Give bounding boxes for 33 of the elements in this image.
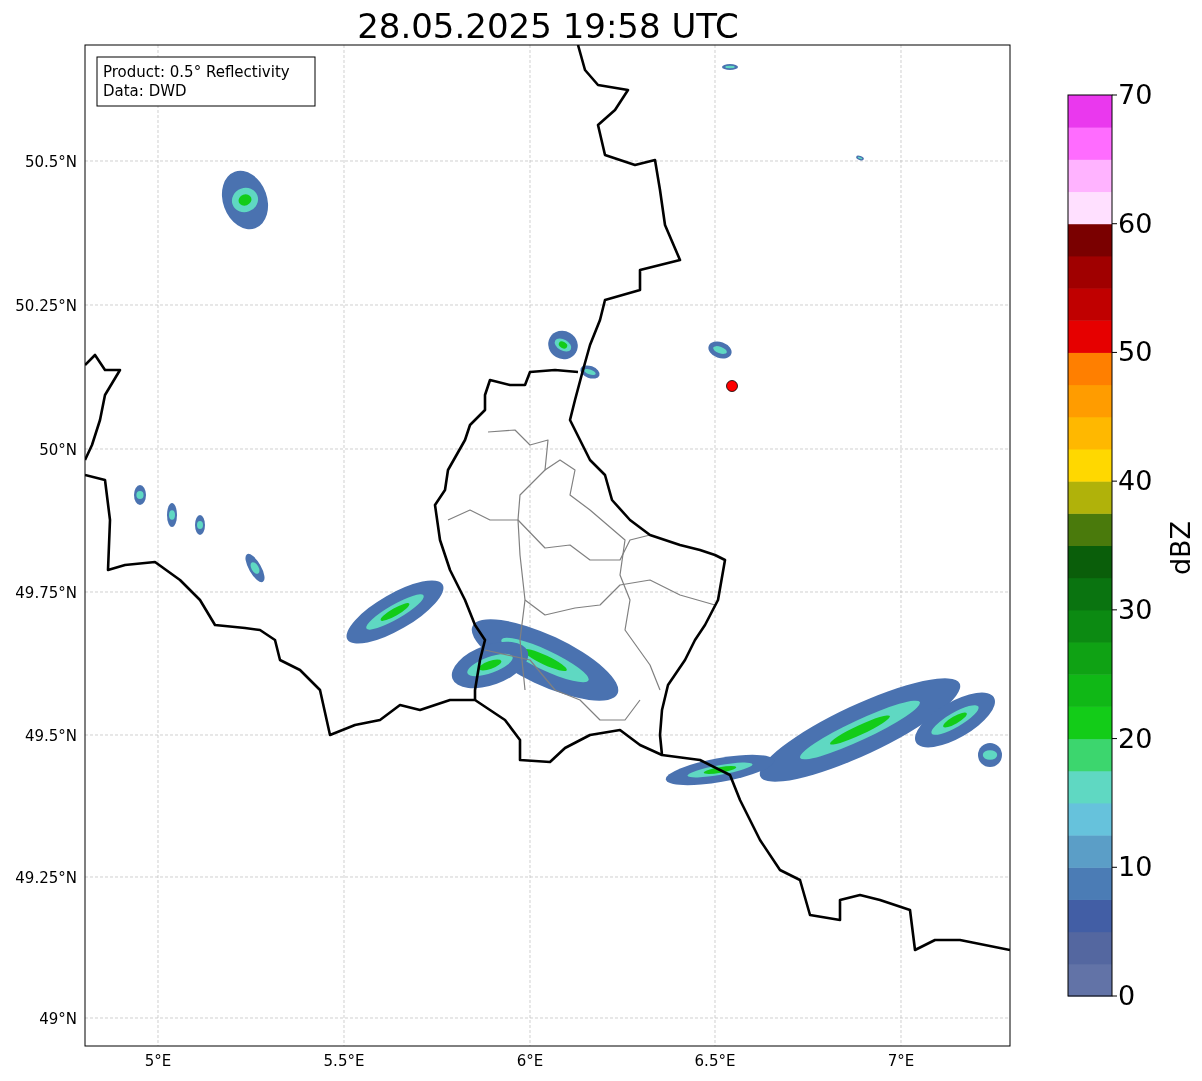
latitude-label: 49.75°N [15,584,77,602]
tick-mark [1111,866,1118,868]
plot-title: 28.05.2025 19:58 UTC [357,6,739,46]
colorbar-tick-label: 70 [1118,79,1153,110]
colorbar-tick-label: 50 [1118,336,1153,368]
longitude-label: 7°E [887,1052,915,1070]
colorbar-tick-label: 10 [1118,851,1153,883]
longitude-label: 5.5°E [323,1052,365,1070]
colorbar-tick-label: 0 [1118,980,1136,1011]
latitude-label: 50.5°N [24,153,77,171]
tick-mark [1111,609,1118,611]
tick-mark [1111,738,1118,740]
latitude-label: 49°N [39,1010,77,1028]
tick-mark [1111,351,1118,353]
colorbar-tick-label: 60 [1118,207,1153,239]
colorbar-tick-label: 30 [1118,593,1153,625]
tick-mark [1111,223,1118,225]
latitude-label: 50°N [39,441,77,459]
radar-site-icon [726,380,738,392]
longitude-label: 5°E [144,1052,172,1070]
info-text: Data: DWD [103,82,187,100]
info-text: Product: 0.5° Reflectivity [103,63,290,81]
latitude-label: 49.5°N [24,727,77,745]
latitude-label: 50.25°N [15,297,77,315]
colorbar-title: dBZ [1165,520,1196,576]
latitude-label: 49.25°N [15,869,77,887]
tick-mark [1111,94,1118,96]
colorbar-tick-label: 40 [1118,465,1153,497]
tick-mark [1111,995,1118,997]
longitude-label: 6°E [516,1052,544,1070]
tick-mark [1111,480,1118,482]
colorbar-tick-label: 20 [1118,722,1153,754]
longitude-label: 6.5°E [694,1052,736,1070]
